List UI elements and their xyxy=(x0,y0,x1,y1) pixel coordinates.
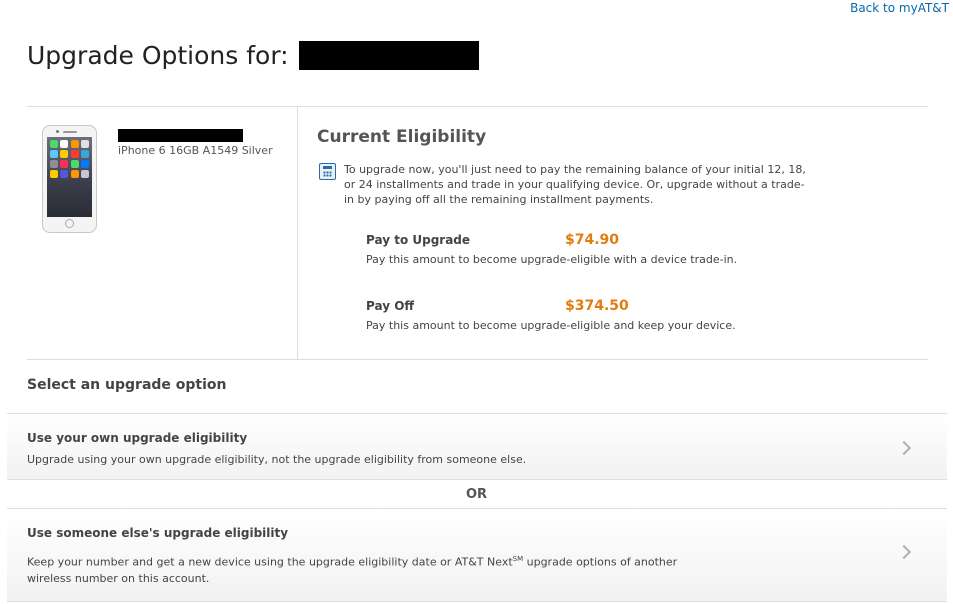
select-upgrade-heading: Select an upgrade option xyxy=(27,377,227,393)
app-icon xyxy=(60,150,69,158)
app-icon xyxy=(50,170,58,178)
app-icon xyxy=(80,160,89,168)
home-button-icon xyxy=(65,219,74,228)
app-icon xyxy=(60,170,69,178)
calculator-screen xyxy=(323,166,332,169)
chevron-right-icon xyxy=(896,440,912,456)
back-to-myatt-link[interactable]: Back to myAT&T xyxy=(850,1,949,15)
app-icon xyxy=(60,140,69,148)
pay-off-description: Pay this amount to become upgrade-eligib… xyxy=(366,319,736,332)
pay-to-upgrade-amount: $74.90 xyxy=(565,232,620,248)
app-icon xyxy=(80,150,89,158)
page-title: Upgrade Options for: xyxy=(27,41,479,70)
phone-speaker xyxy=(63,131,77,133)
own-eligibility-option[interactable]: Use your own upgrade eligibility Upgrade… xyxy=(7,413,947,480)
other-desc-part1: Keep your number and get a new device us… xyxy=(27,555,513,569)
app-icon xyxy=(50,150,58,158)
pay-to-upgrade-description: Pay this amount to become upgrade-eligib… xyxy=(366,253,738,266)
app-icon xyxy=(60,160,69,168)
app-icon xyxy=(70,160,79,168)
redacted-account-name xyxy=(298,41,479,70)
calculator-icon xyxy=(319,163,336,180)
service-mark: SM xyxy=(512,555,524,563)
own-eligibility-title: Use your own upgrade eligibility xyxy=(27,431,248,445)
app-icon xyxy=(70,150,79,158)
phone-camera xyxy=(56,130,59,133)
app-icon xyxy=(70,170,79,178)
current-eligibility: Current Eligibility To upgrade now, you'… xyxy=(299,107,928,359)
other-eligibility-title: Use someone else's upgrade eligibility xyxy=(27,526,289,540)
app-icon xyxy=(50,140,58,148)
calculator-keys xyxy=(323,171,332,177)
device-eligibility-panel: iPhone 6 16GB A1549 Silver Current Eligi… xyxy=(27,106,928,360)
own-eligibility-description: Upgrade using your own upgrade eligibili… xyxy=(27,453,527,466)
pay-to-upgrade-label: Pay to Upgrade xyxy=(366,233,471,247)
app-icon xyxy=(80,170,89,178)
device-image xyxy=(42,125,97,233)
app-icon xyxy=(50,160,58,168)
eligibility-description: To upgrade now, you'll just need to pay … xyxy=(344,163,806,206)
phone-screen xyxy=(47,137,92,217)
app-icon xyxy=(70,140,79,148)
redacted-device-owner xyxy=(118,129,243,142)
app-icon xyxy=(80,140,89,148)
or-separator: OR xyxy=(465,487,488,502)
other-eligibility-option[interactable]: Use someone else's upgrade eligibility K… xyxy=(7,508,947,602)
chevron-right-icon xyxy=(896,544,912,560)
page-title-text: Upgrade Options for: xyxy=(27,41,289,70)
pay-off-amount: $374.50 xyxy=(565,298,629,314)
device-info: iPhone 6 16GB A1549 Silver xyxy=(27,107,298,359)
pay-off-label: Pay Off xyxy=(366,299,415,313)
eligibility-title: Current Eligibility xyxy=(317,127,487,147)
other-eligibility-description: Keep your number and get a new device us… xyxy=(27,551,687,587)
device-name: iPhone 6 16GB A1549 Silver xyxy=(118,144,273,157)
